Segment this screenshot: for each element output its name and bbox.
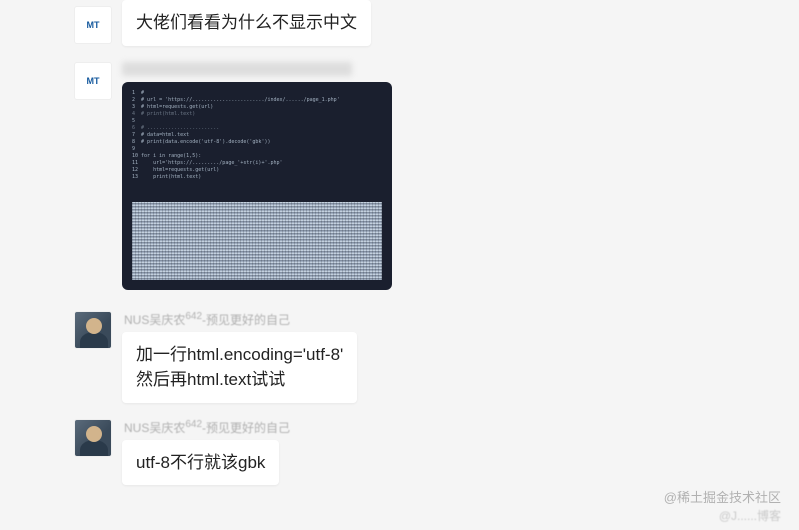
message-text: 大佬们看看为什么不显示中文: [136, 13, 357, 32]
chat-container: MT 大佬们看看为什么不显示中文 MT 1 # 2 # url = 'https…: [0, 0, 799, 495]
avatar-logo[interactable]: MT: [74, 62, 112, 100]
message-row: NUS吴庆农642-预见更好的自己 加一行html.encoding='utf-…: [0, 305, 799, 413]
garbled-output: [132, 202, 382, 280]
text-bubble[interactable]: utf-8不行就该gbk: [122, 440, 279, 486]
nickname[interactable]: NUS吴庆农642-预见更好的自己: [122, 419, 290, 436]
watermark-primary: @稀土掘金技术社区: [664, 487, 781, 506]
message-content: 大佬们看看为什么不显示中文: [122, 0, 371, 46]
avatar-text: MT: [87, 76, 100, 86]
code-screenshot: 1 # 2 # url = 'https://.................…: [122, 82, 392, 290]
message-row: NUS吴庆农642-预见更好的自己 utf-8不行就该gbk: [0, 413, 799, 496]
image-bubble[interactable]: 1 # 2 # url = 'https://.................…: [122, 82, 392, 290]
message-content: NUS吴庆农642-预见更好的自己 utf-8不行就该gbk: [122, 419, 290, 486]
redacted-bar: [122, 62, 352, 76]
avatar-text: MT: [87, 20, 100, 30]
text-bubble[interactable]: 加一行html.encoding='utf-8' 然后再html.text试试: [122, 332, 357, 403]
avatar-photo[interactable]: [74, 311, 112, 349]
watermark-secondary: @J......博客: [719, 507, 781, 524]
message-row: MT 1 # 2 # url = 'https://..............…: [0, 56, 799, 305]
avatar-photo[interactable]: [74, 419, 112, 457]
message-text: utf-8不行就该gbk: [136, 453, 265, 472]
message-row: MT 大佬们看看为什么不显示中文: [0, 0, 799, 56]
nickname[interactable]: NUS吴庆农642-预见更好的自己: [122, 311, 357, 328]
avatar-logo[interactable]: MT: [74, 6, 112, 44]
message-content: 1 # 2 # url = 'https://.................…: [122, 62, 392, 295]
text-bubble[interactable]: 大佬们看看为什么不显示中文: [122, 0, 371, 46]
message-text: 加一行html.encoding='utf-8' 然后再html.text试试: [136, 345, 343, 390]
message-content: NUS吴庆农642-预见更好的自己 加一行html.encoding='utf-…: [122, 311, 357, 403]
